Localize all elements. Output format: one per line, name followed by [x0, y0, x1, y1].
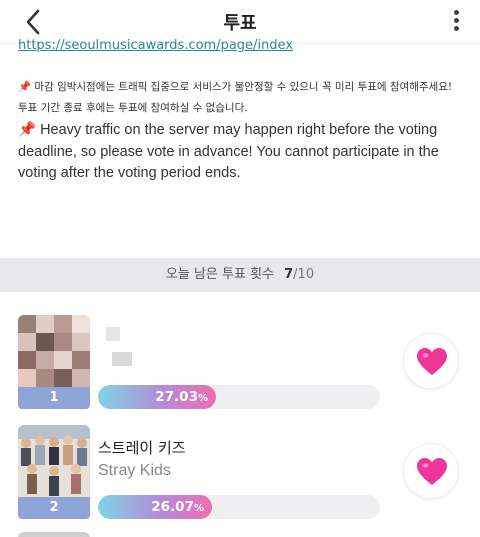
notice-korean-line-2: 투표 기간 종료 후에는 투표에 참여하실 수 없습니다.: [18, 102, 248, 114]
page-title: 투표: [223, 13, 257, 34]
notice-korean: 📌 마감 임박시점에는 트래픽 집중으로 서비스가 불안정할 수 있으니 꼭 미…: [18, 77, 468, 119]
total-votes-count: /10: [293, 267, 315, 282]
redacted-name-block: [112, 352, 132, 366]
candidate-row: 1 27.03%: [0, 315, 480, 423]
candidate-thumbnail[interactable]: 1: [18, 315, 90, 409]
candidate-names: [98, 327, 132, 372]
candidate-name-korean: 스트레이 키즈: [98, 439, 186, 457]
vote-percent-fill: 27.03%: [98, 385, 216, 409]
candidate-names: 스트레이 키즈 Stray Kids: [98, 437, 186, 482]
notice-english: 📌 Heavy traffic on the server may happen…: [18, 122, 439, 181]
candidate-thumbnail-partial[interactable]: [18, 532, 90, 537]
candidate-thumbnail[interactable]: 2: [18, 425, 90, 519]
vertical-dots-icon[interactable]: [450, 8, 462, 36]
remaining-votes-count: 7: [284, 267, 294, 282]
remaining-votes-label: 오늘 남은 투표 횟수: [165, 267, 274, 282]
redacted-name-block: [106, 327, 120, 341]
candidate-row: 2 스트레이 키즈 Stray Kids 26.07%: [0, 425, 480, 533]
candidate-group-photo: [18, 425, 90, 497]
candidate-name-english: [98, 352, 132, 372]
awards-link[interactable]: https://seoulmusicawards.com/page/index: [18, 38, 468, 54]
vote-percent-bar: 26.07%: [98, 495, 380, 519]
vote-button[interactable]: [403, 443, 459, 499]
vote-percent-label: 27.03%: [155, 389, 208, 405]
vote-percent-bar: 27.03%: [98, 385, 380, 409]
rank-badge: 2: [18, 497, 90, 519]
vote-percent-fill: 26.07%: [98, 495, 212, 519]
candidate-name-english: Stray Kids: [98, 462, 171, 479]
notice-section: https://seoulmusicawards.com/page/index …: [18, 38, 468, 185]
candidate-name-korean: [98, 327, 132, 347]
vote-percent-label: 26.07%: [151, 499, 204, 515]
heart-icon: [417, 458, 447, 485]
heart-icon: [417, 348, 447, 375]
notice-korean-line-1: 📌 마감 임박시점에는 트래픽 집중으로 서비스가 불안정할 수 있으니 꼭 미…: [18, 81, 453, 93]
remaining-votes-banner: 오늘 남은 투표 횟수 7/10: [0, 258, 480, 292]
rank-badge: 1: [18, 387, 90, 409]
candidate-photo-blurred: [18, 315, 90, 387]
vote-button[interactable]: [403, 333, 459, 389]
